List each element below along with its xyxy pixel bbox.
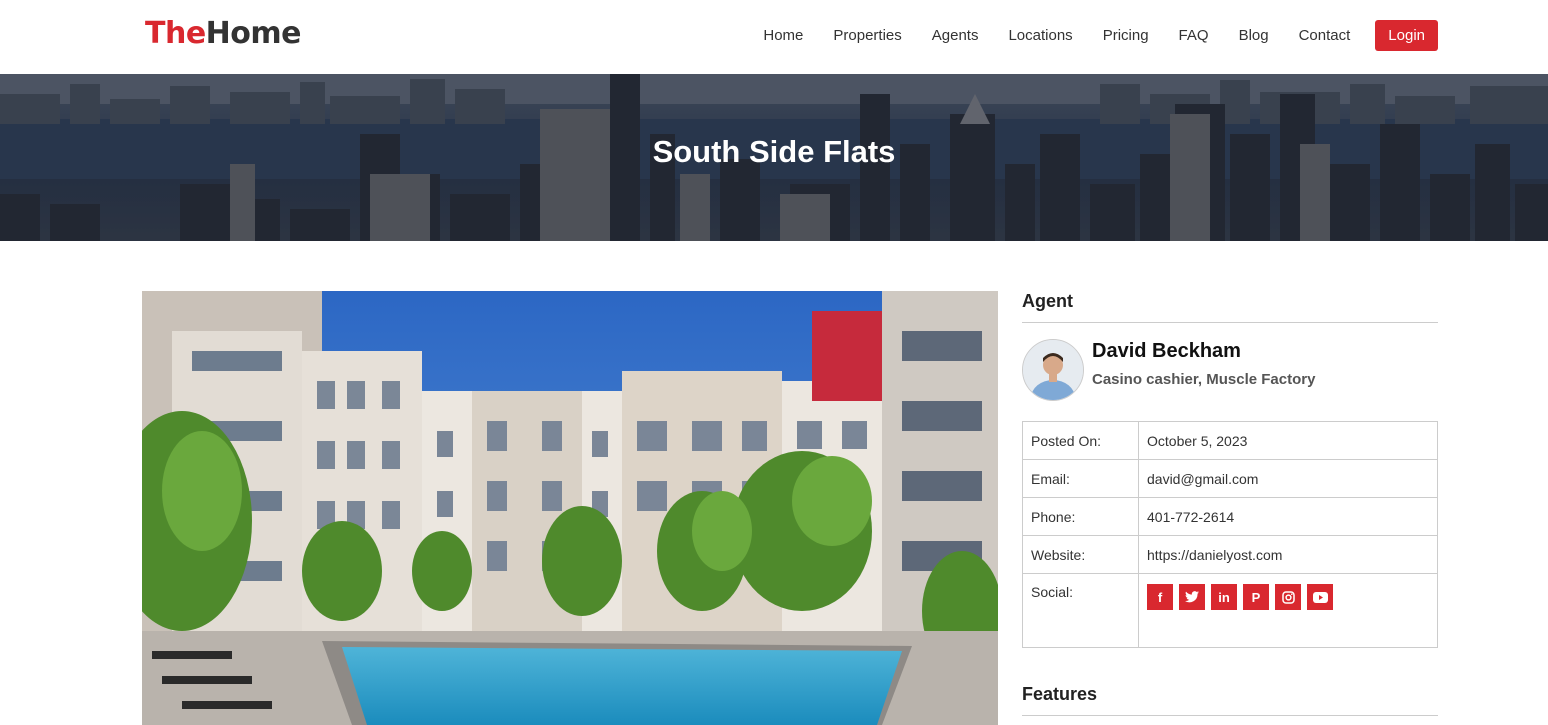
main-nav: Home Properties Agents Locations Pricing…: [733, 20, 1438, 51]
logo-part-home: Home: [205, 16, 302, 51]
agent-card: David Beckham Casino cashier, Muscle Fac…: [1022, 323, 1438, 421]
nav-agents[interactable]: Agents: [932, 27, 979, 44]
nav-locations[interactable]: Locations: [1008, 27, 1072, 44]
posted-on-label: Posted On:: [1022, 421, 1139, 460]
agent-sidebar: Agent David Beckham Casino cashier, Musc…: [1022, 291, 1438, 648]
posted-on-value: October 5, 2023: [1138, 421, 1438, 460]
table-row: Website: https://danielyost.com: [1022, 535, 1438, 574]
agent-heading: Agent: [1022, 291, 1438, 323]
page-title: South Side Flats: [652, 134, 896, 169]
features-heading: Features: [1022, 684, 1438, 716]
table-row: Email: david@gmail.com: [1022, 459, 1438, 498]
nav-pricing[interactable]: Pricing: [1103, 27, 1149, 44]
nav-home[interactable]: Home: [763, 27, 803, 44]
phone-label: Phone:: [1022, 497, 1139, 536]
linkedin-icon[interactable]: in: [1211, 584, 1237, 610]
pinterest-icon[interactable]: P: [1243, 584, 1269, 610]
site-header: TheHome Home Properties Agents Locations…: [0, 0, 1548, 74]
property-main-image[interactable]: [142, 291, 998, 725]
email-value[interactable]: david@gmail.com: [1138, 459, 1438, 498]
nav-blog[interactable]: Blog: [1239, 27, 1269, 44]
facebook-icon[interactable]: f: [1147, 584, 1173, 610]
phone-value[interactable]: 401-772-2614: [1138, 497, 1438, 536]
table-row: Posted On: October 5, 2023: [1022, 421, 1438, 460]
logo-part-the: The: [145, 16, 206, 51]
table-row: Phone: 401-772-2614: [1022, 497, 1438, 536]
twitter-icon[interactable]: [1179, 584, 1205, 610]
website-value[interactable]: https://danielyost.com: [1138, 535, 1438, 574]
agent-info-table: Posted On: October 5, 2023 Email: david@…: [1022, 421, 1438, 648]
nav-contact[interactable]: Contact: [1299, 27, 1351, 44]
social-links: f in P: [1138, 573, 1438, 648]
agent-role: Casino cashier, Muscle Factory: [1092, 371, 1316, 388]
youtube-icon[interactable]: [1307, 584, 1333, 610]
agent-photo: [1023, 340, 1083, 400]
social-label: Social:: [1022, 573, 1139, 648]
agent-avatar[interactable]: [1022, 339, 1084, 401]
nav-properties[interactable]: Properties: [833, 27, 901, 44]
instagram-icon[interactable]: [1275, 584, 1301, 610]
website-label: Website:: [1022, 535, 1139, 574]
page-banner: South Side Flats: [0, 74, 1548, 241]
email-label: Email:: [1022, 459, 1139, 498]
site-logo[interactable]: TheHome: [145, 16, 302, 51]
agent-name[interactable]: David Beckham: [1092, 340, 1241, 363]
nav-faq[interactable]: FAQ: [1179, 27, 1209, 44]
table-row: Social: f in P: [1022, 573, 1438, 648]
login-button[interactable]: Login: [1375, 20, 1438, 51]
apartment-pool-photo: [142, 291, 998, 725]
